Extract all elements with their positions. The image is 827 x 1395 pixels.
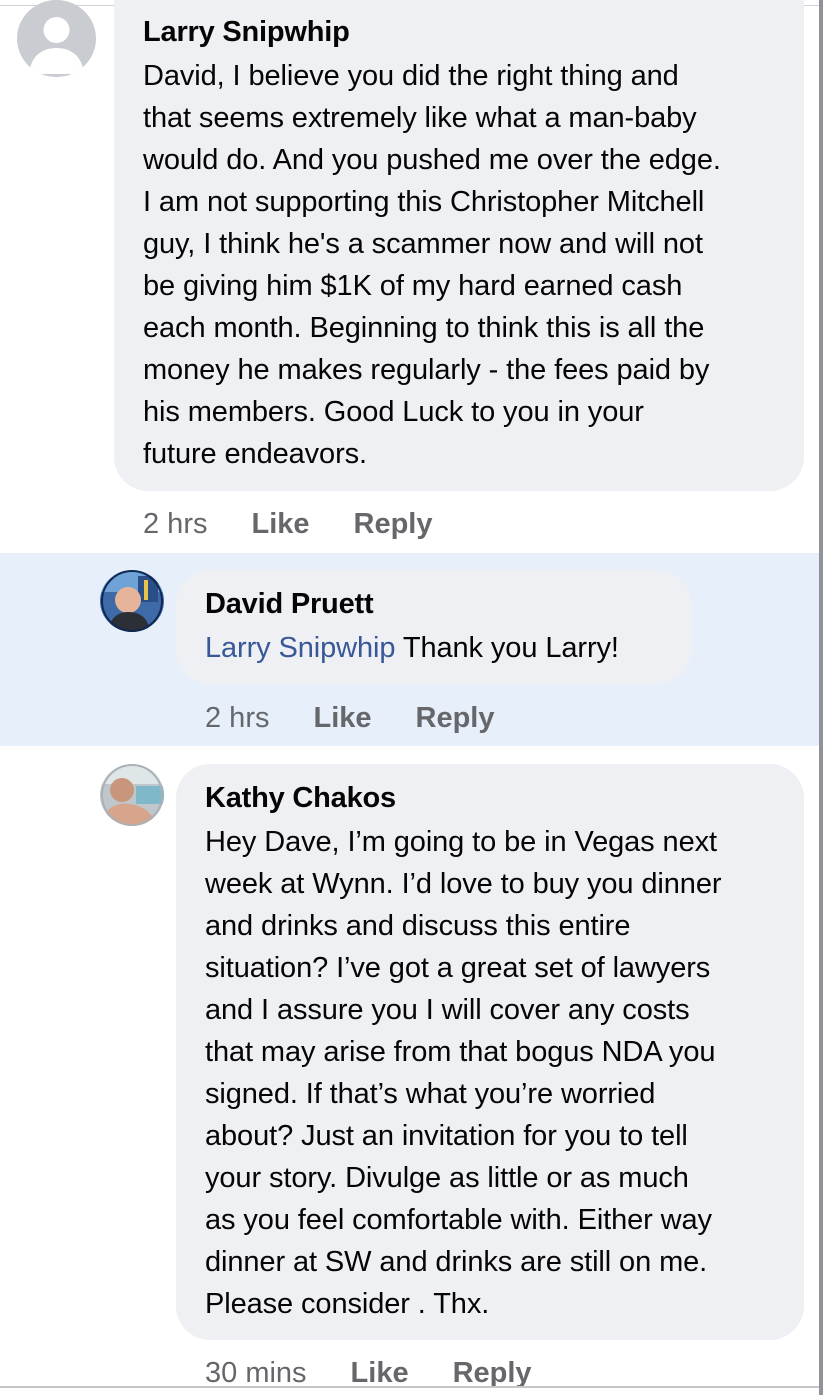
comment-timestamp[interactable]: 2 hrs: [143, 508, 207, 540]
comment-text-line: that seems extremely like what a man-bab…: [143, 102, 697, 134]
reply-button[interactable]: Reply: [453, 1357, 532, 1389]
comment-text-line: each month. Beginning to think this is a…: [143, 312, 705, 344]
comment-text-line: Please consider . Thx.: [205, 1288, 490, 1320]
comment-text-line: would do. And you pushed me over the edg…: [143, 144, 721, 176]
comment-text-line: dinner at SW and drinks are still on me.: [205, 1246, 708, 1278]
avatar-kathy[interactable]: [100, 764, 164, 826]
comment-author[interactable]: David Pruett: [205, 588, 374, 621]
reply-button[interactable]: Reply: [354, 508, 433, 540]
reply-button[interactable]: Reply: [416, 702, 495, 734]
comment-actions: 2 hrs Like Reply: [143, 508, 433, 541]
comment-author[interactable]: Kathy Chakos: [205, 782, 396, 815]
avatar-david[interactable]: [100, 570, 164, 632]
comment-text-line: and I assure you I will cover any costs: [205, 994, 690, 1026]
comment-text-line: that may arise from that bogus NDA you: [205, 1036, 716, 1068]
comment-author[interactable]: Larry Snipwhip: [143, 16, 350, 49]
comment-text: David, I believe you did the right thing…: [143, 55, 721, 475]
comment-timestamp[interactable]: 2 hrs: [205, 702, 269, 734]
comment-text-line: his members. Good Luck to you in your: [143, 396, 644, 428]
like-button[interactable]: Like: [251, 508, 309, 540]
comment-text-line: situation? I’ve got a great set of lawye…: [205, 952, 711, 984]
avatar-larry[interactable]: [17, 0, 96, 77]
default-user-avatar-icon: [17, 0, 96, 77]
comment-text-line: I am not supporting this Christopher Mit…: [143, 186, 705, 218]
comment-text-line: guy, I think he's a scammer now and will…: [143, 228, 703, 260]
comment-text-line: about? Just an invitation for you to tel…: [205, 1120, 688, 1152]
like-button[interactable]: Like: [351, 1357, 409, 1389]
comment-text-line: be giving him $1K of my hard earned cash: [143, 270, 683, 302]
comment-text: Larry Snipwhip Thank you Larry!: [205, 627, 619, 669]
comment-text-line: Thank you Larry!: [395, 632, 619, 664]
comment-text-line: Hey Dave, I’m going to be in Vegas next: [205, 826, 717, 858]
comment-text-line: week at Wynn. I’d love to buy you dinner: [205, 868, 722, 900]
divider: [0, 1386, 820, 1388]
like-button[interactable]: Like: [313, 702, 371, 734]
comment-text-line: money he makes regularly - the fees paid…: [143, 354, 710, 386]
comment-actions: 2 hrs Like Reply: [205, 702, 495, 735]
mention-link[interactable]: Larry Snipwhip: [205, 632, 396, 664]
comment-text-line: David, I believe you did the right thing…: [143, 60, 679, 92]
comment-text-line: as you feel comfortable with. Either way: [205, 1204, 712, 1236]
comment-text-line: your story. Divulge as little or as much: [205, 1162, 689, 1194]
profile-photo-icon: [100, 570, 164, 632]
comment-text-line: future endeavors.: [143, 438, 367, 470]
comment-timestamp[interactable]: 30 mins: [205, 1357, 307, 1389]
comment-text: Hey Dave, I’m going to be in Vegas next …: [205, 821, 722, 1325]
scrollbar[interactable]: [819, 0, 823, 1395]
profile-photo-icon: [100, 764, 164, 826]
comment-text-line: signed. If that’s what you’re worried: [205, 1078, 656, 1110]
comment-text-line: and drinks and discuss this entire: [205, 910, 631, 942]
comment-thread: Larry Snipwhip David, I believe you did …: [0, 0, 827, 1395]
